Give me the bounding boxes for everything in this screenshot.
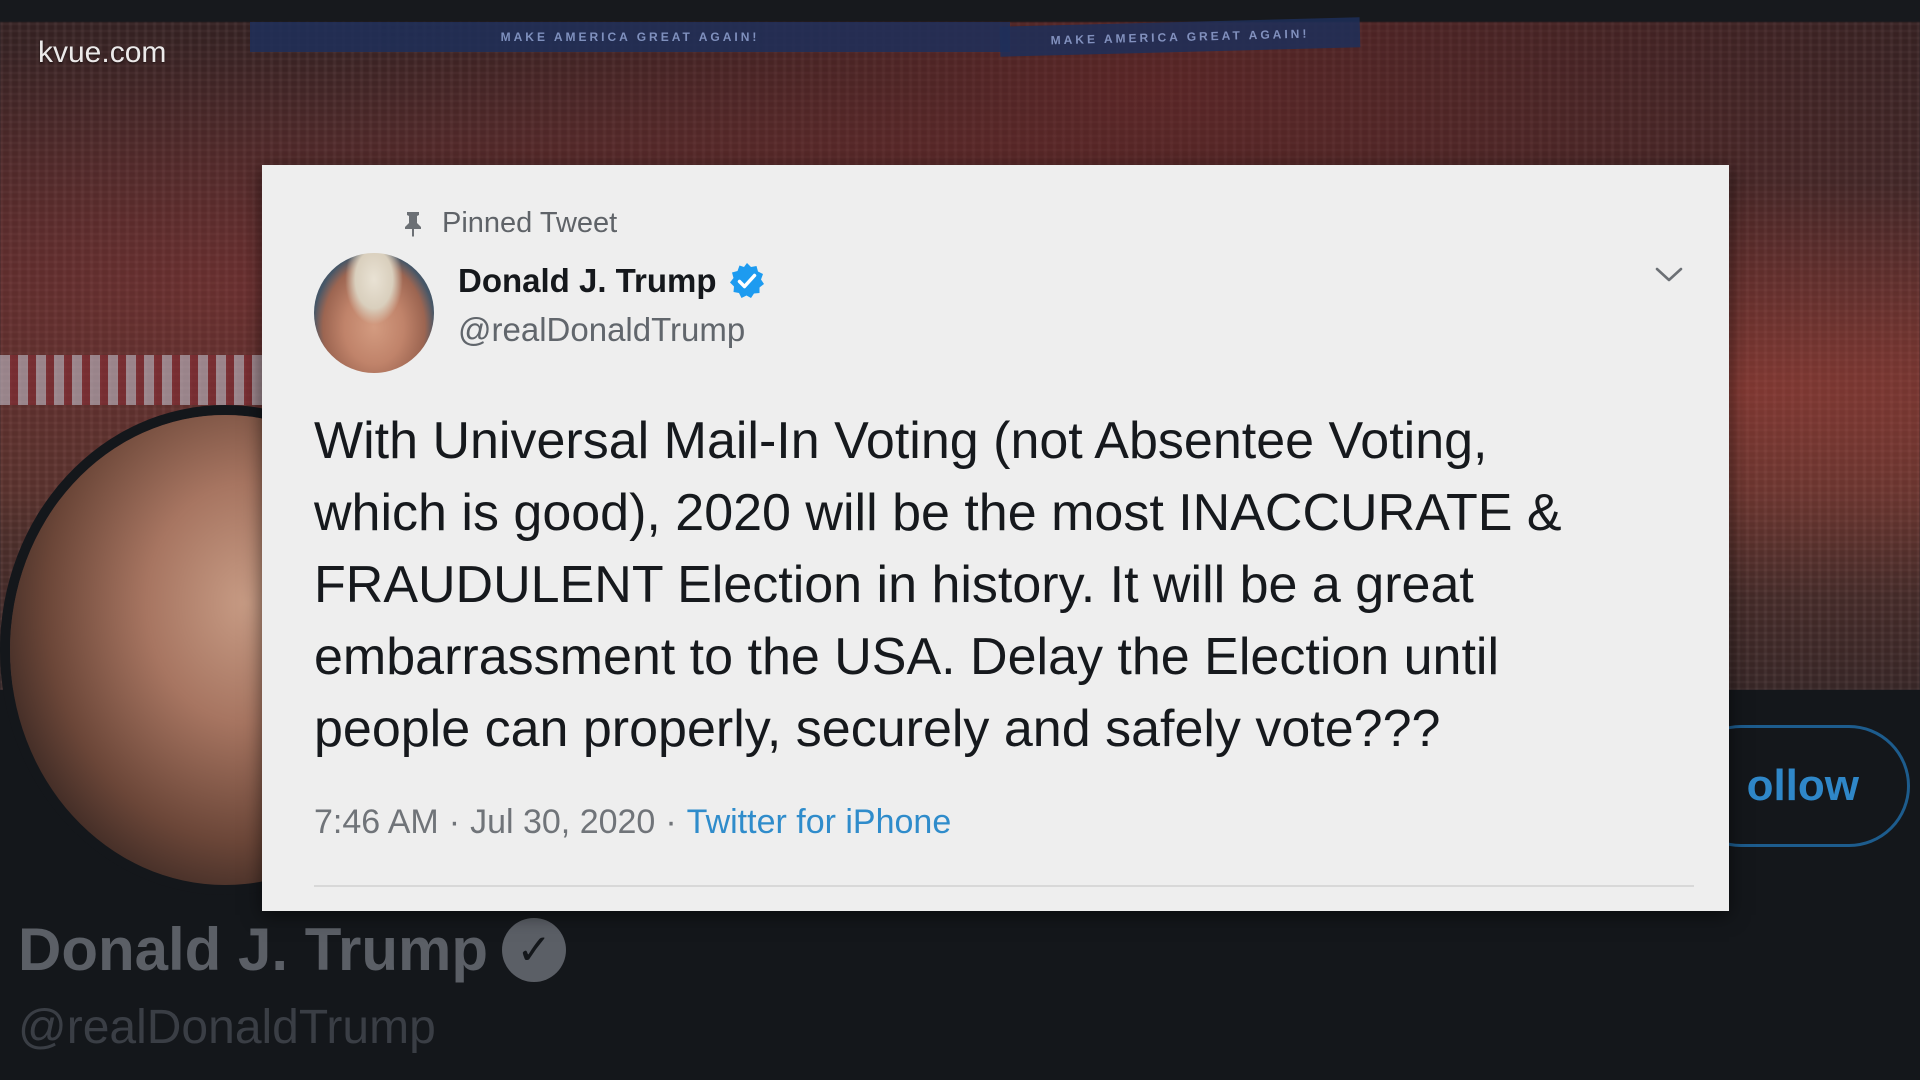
profile-name: Donald J. Trump ✓ bbox=[18, 915, 567, 984]
author-avatar[interactable] bbox=[314, 253, 434, 373]
author-name[interactable]: Donald J. Trump bbox=[458, 262, 717, 300]
flag-bunting bbox=[0, 355, 270, 405]
author-handle[interactable]: @realDonaldTrump bbox=[458, 311, 745, 349]
author-name-row[interactable]: Donald J. Trump bbox=[458, 261, 767, 301]
chevron-down-icon[interactable] bbox=[1654, 265, 1684, 290]
verified-badge-icon bbox=[727, 261, 767, 301]
meta-separator-2: · bbox=[665, 803, 677, 841]
tweet-text: With Universal Mail-In Voting (not Absen… bbox=[314, 412, 1562, 758]
station-watermark: kvue.com bbox=[38, 36, 167, 69]
meta-separator: · bbox=[448, 803, 461, 841]
profile-name-text: Donald J. Trump bbox=[18, 916, 489, 983]
profile-verified-icon: ✓ bbox=[502, 917, 567, 982]
tweet-meta: 7:46 AM · Jul 30, 2020 · Twitter for iPh… bbox=[314, 803, 951, 842]
top-edge-bar bbox=[0, 0, 1920, 24]
tweet-source-link[interactable]: Twitter for iPhone bbox=[687, 803, 952, 842]
banner-slogan: MAKE AMERICA GREAT AGAIN! bbox=[250, 22, 1010, 52]
tweet-date[interactable]: Jul 30, 2020 bbox=[470, 803, 655, 842]
pinned-label: Pinned Tweet bbox=[442, 207, 618, 239]
tweet-card: Pinned Tweet Donald J. Trump @realDonald… bbox=[262, 165, 1729, 911]
pin-icon bbox=[402, 211, 424, 237]
tweet-time[interactable]: 7:46 AM bbox=[314, 803, 439, 842]
pinned-indicator: Pinned Tweet bbox=[402, 207, 617, 240]
profile-handle: @realDonaldTrump bbox=[18, 1001, 436, 1054]
card-divider bbox=[314, 885, 1694, 887]
